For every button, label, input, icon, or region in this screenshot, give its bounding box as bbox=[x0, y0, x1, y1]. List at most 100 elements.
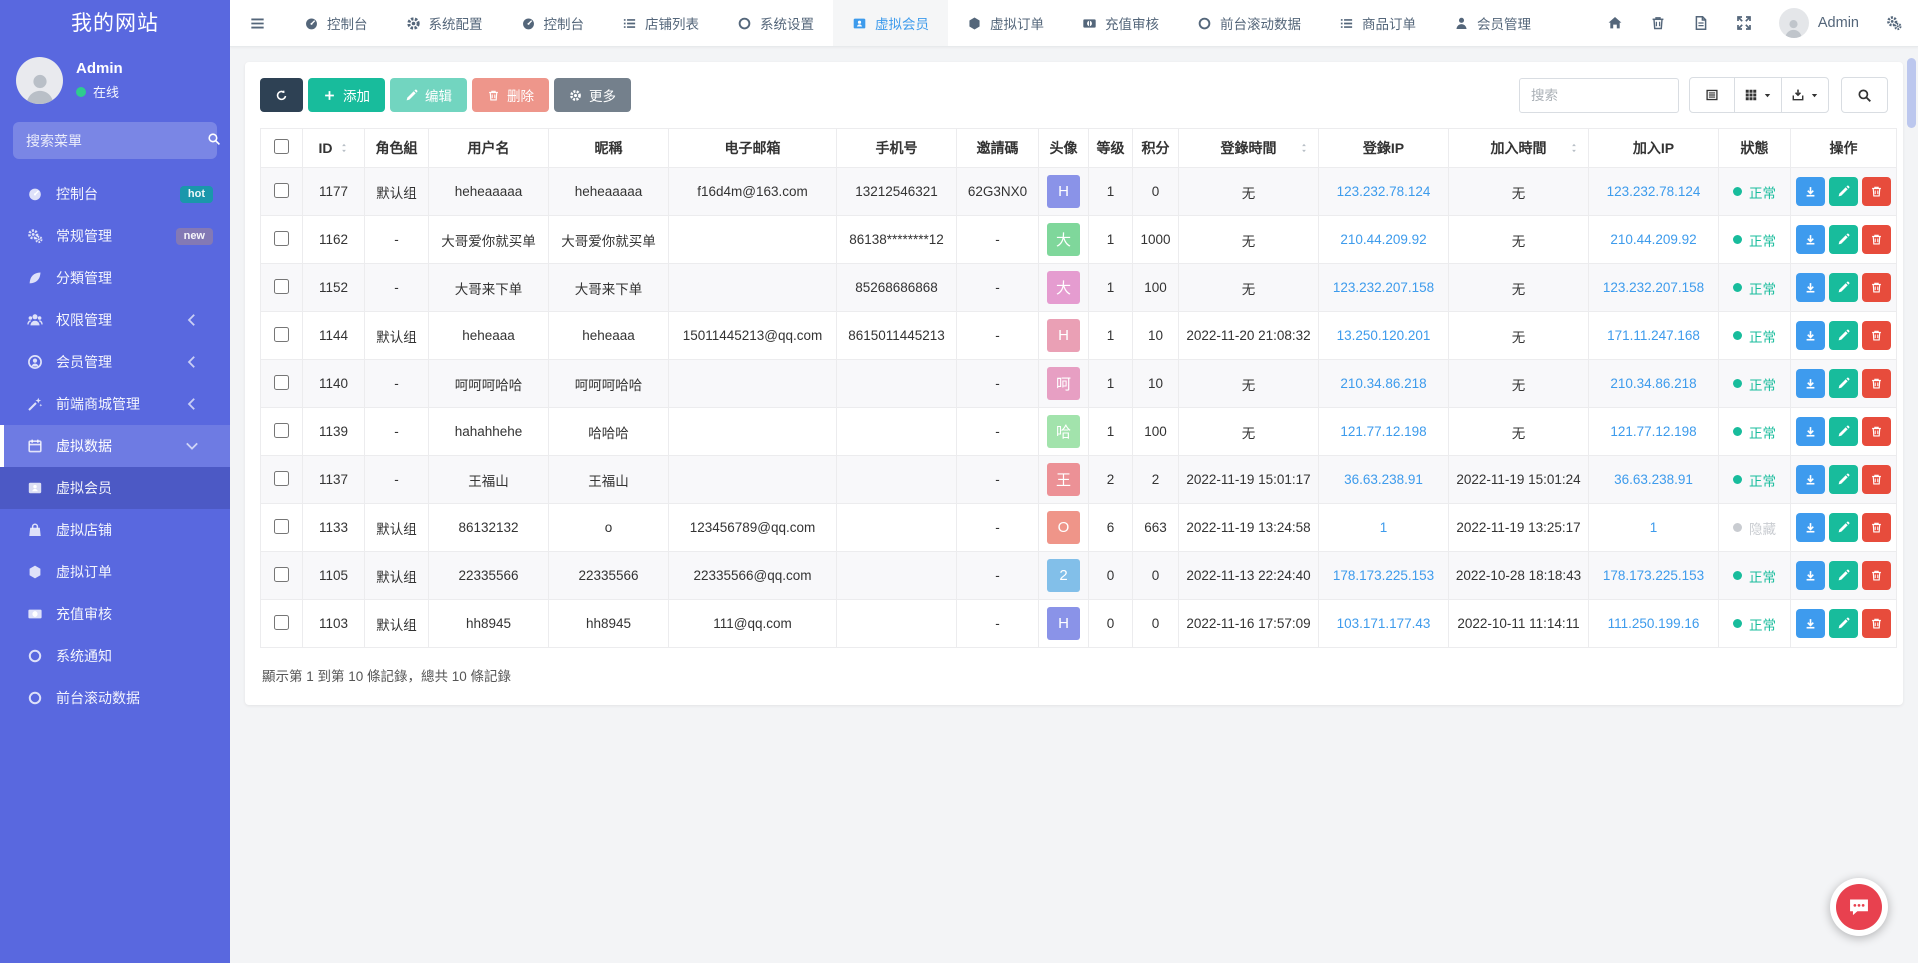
row-download-button[interactable] bbox=[1796, 225, 1825, 254]
row-delete-button[interactable] bbox=[1862, 273, 1891, 302]
chat-button[interactable] bbox=[1830, 878, 1888, 936]
nav-tab-充值审核[interactable]: 充值审核 bbox=[1063, 0, 1178, 46]
sidebar-item-权限管理[interactable]: 权限管理 bbox=[0, 299, 230, 341]
row-checkbox[interactable] bbox=[274, 327, 289, 342]
nav-tab-商品订单[interactable]: 商品订单 bbox=[1320, 0, 1435, 46]
row-delete-button[interactable] bbox=[1862, 561, 1891, 590]
nav-tab-会员管理[interactable]: 会员管理 bbox=[1435, 0, 1550, 46]
row-checkbox[interactable] bbox=[274, 183, 289, 198]
sidebar-item-虚拟会员[interactable]: 虚拟会员 bbox=[0, 467, 230, 509]
row-edit-button[interactable] bbox=[1829, 513, 1858, 542]
settings-gears-button[interactable] bbox=[1886, 15, 1902, 31]
row-checkbox[interactable] bbox=[274, 231, 289, 246]
row-checkbox[interactable] bbox=[274, 423, 289, 438]
row-download-button[interactable] bbox=[1796, 369, 1825, 398]
export-button[interactable] bbox=[1781, 77, 1829, 113]
row-edit-button[interactable] bbox=[1829, 321, 1858, 350]
columns-button[interactable] bbox=[1734, 77, 1782, 113]
row-edit-button[interactable] bbox=[1829, 177, 1858, 206]
sidebar-item-控制台[interactable]: 控制台hot bbox=[0, 173, 230, 215]
row-checkbox[interactable] bbox=[274, 471, 289, 486]
join-ip-link[interactable]: 123.232.207.158 bbox=[1603, 280, 1704, 295]
join-ip-link[interactable]: 1 bbox=[1650, 520, 1658, 535]
join-ip-link[interactable]: 123.232.78.124 bbox=[1607, 184, 1701, 199]
sidebar-item-前台滚动数据[interactable]: 前台滚动数据 bbox=[0, 677, 230, 719]
join-ip-link[interactable]: 210.34.86.218 bbox=[1610, 376, 1696, 391]
sidebar-item-会员管理[interactable]: 会员管理 bbox=[0, 341, 230, 383]
nav-tab-系统设置[interactable]: 系统设置 bbox=[718, 0, 833, 46]
row-delete-button[interactable] bbox=[1862, 417, 1891, 446]
more-button[interactable]: 更多 bbox=[554, 78, 631, 112]
select-all-checkbox[interactable] bbox=[274, 139, 289, 154]
login-ip-link[interactable]: 210.34.86.218 bbox=[1340, 376, 1426, 391]
row-download-button[interactable] bbox=[1796, 609, 1825, 638]
login-ip-link[interactable]: 1 bbox=[1380, 520, 1388, 535]
column-header-登錄時間[interactable]: 登錄時間 bbox=[1179, 129, 1319, 168]
row-download-button[interactable] bbox=[1796, 417, 1825, 446]
row-checkbox[interactable] bbox=[274, 279, 289, 294]
sidebar-item-充值审核[interactable]: 充值审核 bbox=[0, 593, 230, 635]
row-edit-button[interactable] bbox=[1829, 417, 1858, 446]
row-download-button[interactable] bbox=[1796, 177, 1825, 206]
navbar-user[interactable]: Admin bbox=[1779, 8, 1859, 38]
sidebar-item-前端商城管理[interactable]: 前端商城管理 bbox=[0, 383, 230, 425]
login-ip-link[interactable]: 123.232.78.124 bbox=[1337, 184, 1431, 199]
sidebar-item-常规管理[interactable]: 常规管理new bbox=[0, 215, 230, 257]
clear-record-button[interactable] bbox=[1693, 15, 1709, 31]
row-checkbox[interactable] bbox=[274, 567, 289, 582]
row-edit-button[interactable] bbox=[1829, 465, 1858, 494]
row-delete-button[interactable] bbox=[1862, 465, 1891, 494]
delete-button[interactable]: 删除 bbox=[472, 78, 549, 112]
column-header-ID[interactable]: ID bbox=[303, 129, 365, 168]
row-delete-button[interactable] bbox=[1862, 225, 1891, 254]
nav-tab-控制台[interactable]: 控制台 bbox=[502, 0, 604, 46]
login-ip-link[interactable]: 103.171.177.43 bbox=[1337, 616, 1431, 631]
join-ip-link[interactable]: 171.11.247.168 bbox=[1607, 328, 1700, 343]
nav-tab-虚拟会员[interactable]: 虚拟会员 bbox=[833, 0, 948, 46]
row-edit-button[interactable] bbox=[1829, 369, 1858, 398]
row-delete-button[interactable] bbox=[1862, 177, 1891, 206]
row-edit-button[interactable] bbox=[1829, 609, 1858, 638]
edit-button[interactable]: 编辑 bbox=[390, 78, 467, 112]
nav-tab-前台滚动数据[interactable]: 前台滚动数据 bbox=[1178, 0, 1320, 46]
sidebar-item-虚拟订单[interactable]: 虚拟订单 bbox=[0, 551, 230, 593]
nav-tab-控制台[interactable]: 控制台 bbox=[285, 0, 387, 46]
menu-toggle-button[interactable] bbox=[230, 0, 285, 46]
nav-tab-虚拟订单[interactable]: 虚拟订单 bbox=[948, 0, 1063, 46]
add-button[interactable]: 添加 bbox=[308, 78, 385, 112]
sidebar-item-虚拟数据[interactable]: 虚拟数据 bbox=[0, 425, 230, 467]
sidebar-item-分類管理[interactable]: 分類管理 bbox=[0, 257, 230, 299]
join-ip-link[interactable]: 210.44.209.92 bbox=[1610, 232, 1696, 247]
nav-tab-系统配置[interactable]: 系统配置 bbox=[387, 0, 502, 46]
login-ip-link[interactable]: 36.63.238.91 bbox=[1344, 472, 1423, 487]
row-download-button[interactable] bbox=[1796, 273, 1825, 302]
login-ip-link[interactable]: 178.173.225.153 bbox=[1333, 568, 1434, 583]
row-edit-button[interactable] bbox=[1829, 561, 1858, 590]
sidebar-search-input[interactable] bbox=[26, 133, 207, 149]
trash-button[interactable] bbox=[1650, 15, 1666, 31]
refresh-button[interactable] bbox=[260, 78, 303, 112]
nav-tab-店铺列表[interactable]: 店铺列表 bbox=[603, 0, 718, 46]
sidebar-item-系统通知[interactable]: 系统通知 bbox=[0, 635, 230, 677]
row-delete-button[interactable] bbox=[1862, 321, 1891, 350]
row-download-button[interactable] bbox=[1796, 465, 1825, 494]
join-ip-link[interactable]: 178.173.225.153 bbox=[1603, 568, 1704, 583]
table-search-input[interactable] bbox=[1519, 78, 1679, 113]
sidebar-item-虚拟店铺[interactable]: 虚拟店铺 bbox=[0, 509, 230, 551]
row-delete-button[interactable] bbox=[1862, 513, 1891, 542]
join-ip-link[interactable]: 111.250.199.16 bbox=[1608, 616, 1700, 631]
login-ip-link[interactable]: 123.232.207.158 bbox=[1333, 280, 1434, 295]
row-download-button[interactable] bbox=[1796, 561, 1825, 590]
column-header-加入時間[interactable]: 加入時間 bbox=[1449, 129, 1589, 168]
row-delete-button[interactable] bbox=[1862, 369, 1891, 398]
join-ip-link[interactable]: 121.77.12.198 bbox=[1610, 424, 1696, 439]
row-delete-button[interactable] bbox=[1862, 609, 1891, 638]
detail-view-button[interactable] bbox=[1689, 77, 1735, 113]
join-ip-link[interactable]: 36.63.238.91 bbox=[1614, 472, 1693, 487]
login-ip-link[interactable]: 121.77.12.198 bbox=[1340, 424, 1426, 439]
row-edit-button[interactable] bbox=[1829, 225, 1858, 254]
fullscreen-button[interactable] bbox=[1736, 15, 1752, 31]
home-button[interactable] bbox=[1607, 15, 1623, 31]
row-checkbox[interactable] bbox=[274, 519, 289, 534]
row-edit-button[interactable] bbox=[1829, 273, 1858, 302]
